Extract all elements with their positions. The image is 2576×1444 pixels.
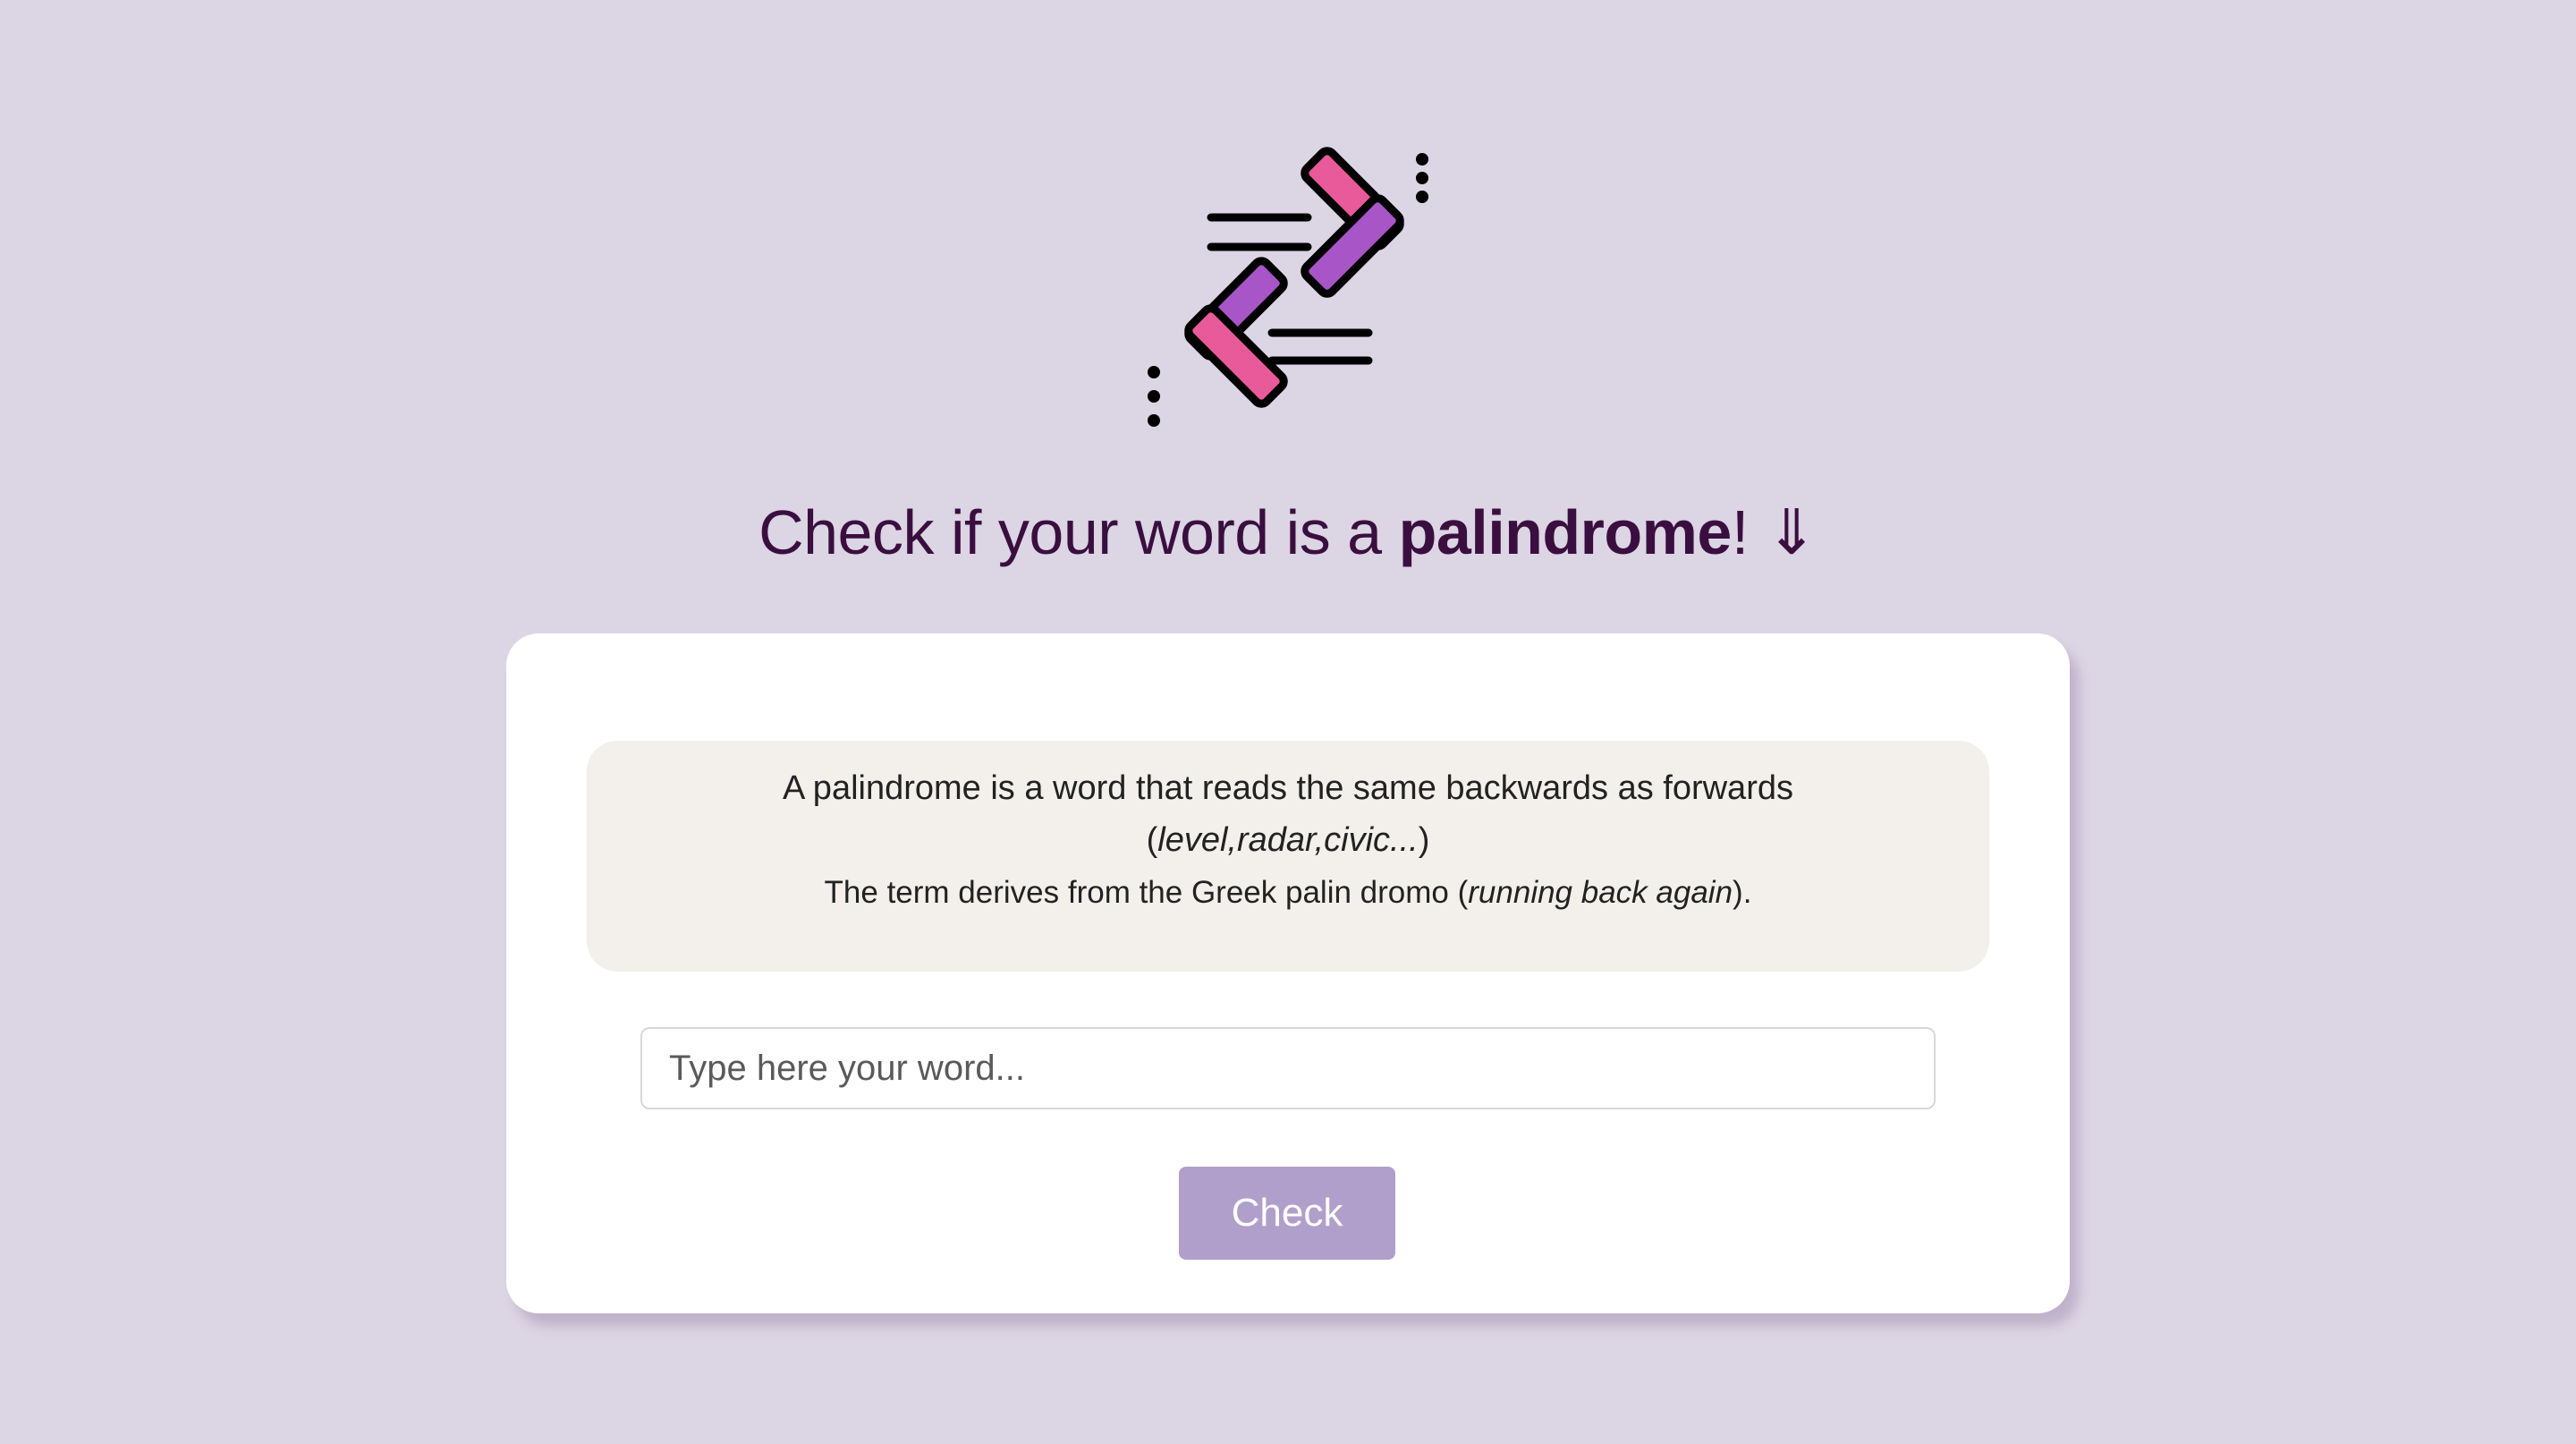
- examples-text: (level,radar,civic...): [587, 814, 1989, 866]
- etymology-italic: running back again: [1468, 875, 1733, 910]
- page: Check if your word is a palindrome! ⇓ A …: [0, 0, 2576, 1444]
- examples-list: level,radar,civic...: [1157, 821, 1419, 859]
- etymology-suffix: ).: [1733, 875, 1752, 910]
- palindrome-arrows-icon: [1148, 147, 1428, 427]
- down-arrow-icon: ⇓: [1765, 497, 1818, 567]
- title-prefix: Check if your word is a: [758, 497, 1399, 567]
- check-button[interactable]: Check: [1179, 1167, 1395, 1260]
- etymology-prefix: The term derives from the Greek palin dr…: [824, 875, 1469, 910]
- examples-open: (: [1146, 821, 1158, 859]
- info-box: A palindrome is a word that reads the sa…: [587, 741, 1989, 972]
- checker-card: A palindrome is a word that reads the sa…: [506, 633, 2070, 1313]
- etymology-text: The term derives from the Greek palin dr…: [587, 866, 1989, 920]
- examples-close: ): [1418, 821, 1430, 859]
- title-bold: palindrome: [1398, 497, 1733, 567]
- definition-text: A palindrome is a word that reads the sa…: [783, 769, 1793, 807]
- title-suffix: !: [1731, 497, 1749, 567]
- word-input[interactable]: [640, 1027, 1936, 1109]
- page-title: Check if your word is a palindrome! ⇓: [0, 488, 2576, 577]
